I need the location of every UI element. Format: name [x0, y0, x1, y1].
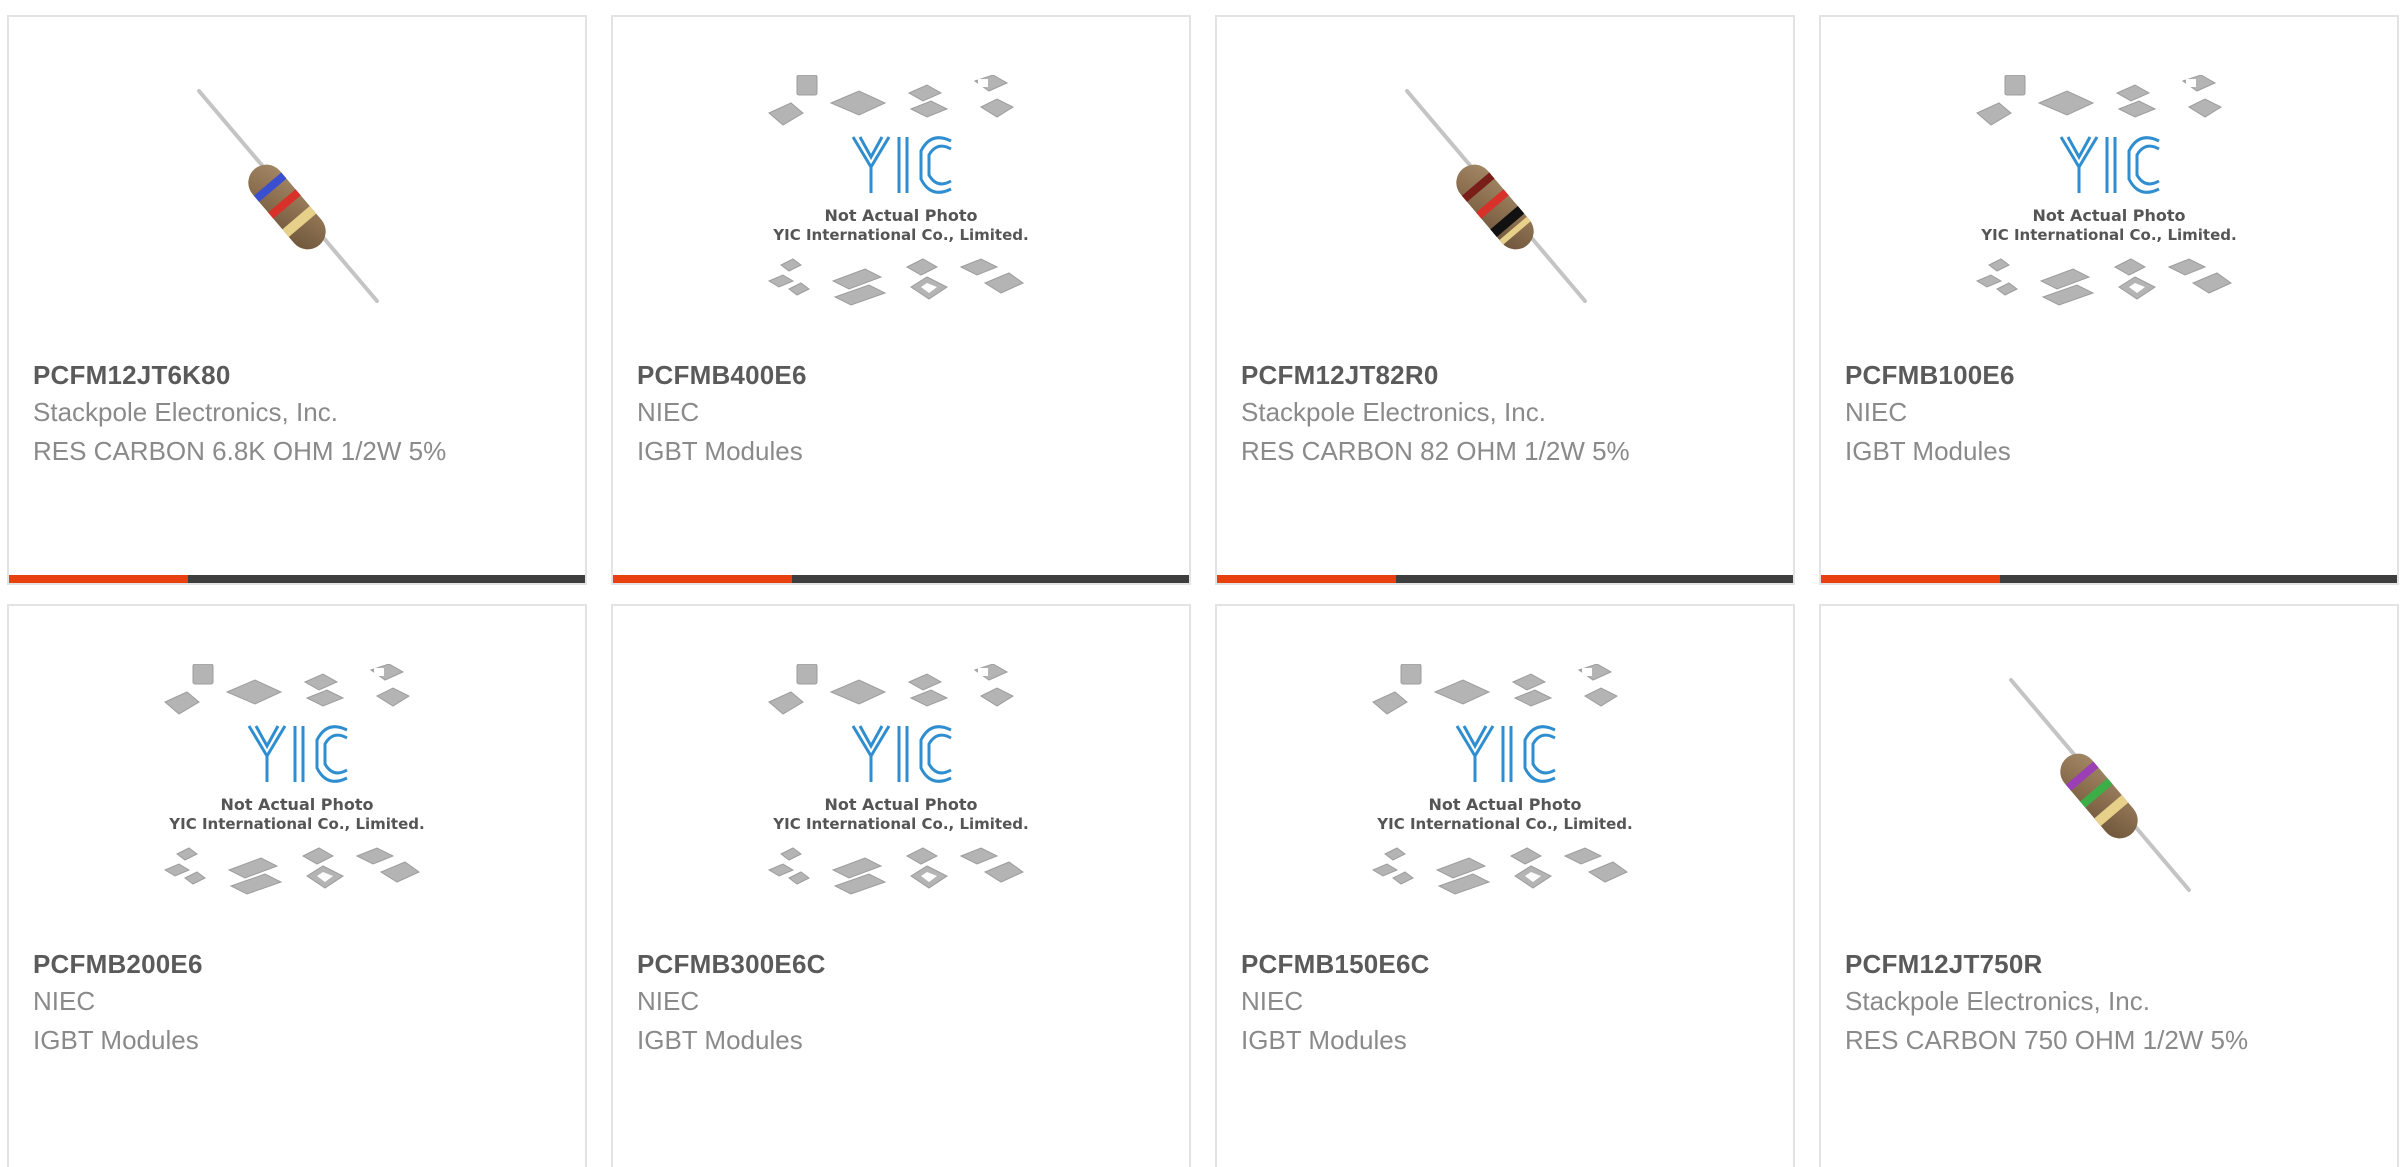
- product-card[interactable]: PCFM12JT750R Stackpole Electronics, Inc.…: [1819, 604, 2399, 1167]
- not-actual-photo-image: Not Actual Photo YIC International Co., …: [163, 664, 425, 895]
- not-actual-photo-image: Not Actual Photo YIC International Co., …: [767, 75, 1029, 306]
- product-card[interactable]: Not Actual Photo YIC International Co., …: [1215, 604, 1795, 1167]
- part-number[interactable]: PCFMB200E6: [33, 949, 203, 980]
- progress-bar: [1217, 575, 1793, 583]
- placeholder-line2: YIC International Co., Limited.: [772, 815, 1028, 833]
- manufacturer: Stackpole Electronics, Inc.: [1845, 986, 2150, 1016]
- manufacturer: Stackpole Electronics, Inc.: [1241, 397, 1546, 427]
- description: IGBT Modules: [1241, 1025, 1407, 1055]
- placeholder-line1: Not Actual Photo: [824, 795, 977, 814]
- product-image: [9, 75, 585, 315]
- product-card[interactable]: Not Actual Photo YIC International Co., …: [611, 15, 1191, 585]
- progress-bar: [613, 575, 1189, 583]
- product-card[interactable]: Not Actual Photo YIC International Co., …: [1819, 15, 2399, 585]
- product-card[interactable]: PCFM12JT6K80 Stackpole Electronics, Inc.…: [7, 15, 587, 585]
- product-grid: PCFM12JT6K80 Stackpole Electronics, Inc.…: [0, 0, 2400, 1167]
- product-image: Not Actual Photo YIC International Co., …: [613, 75, 1189, 315]
- manufacturer: NIEC: [33, 986, 96, 1016]
- progress-bar: [1821, 575, 2397, 583]
- product-card[interactable]: Not Actual Photo YIC International Co., …: [7, 604, 587, 1167]
- product-image: Not Actual Photo YIC International Co., …: [9, 664, 585, 904]
- description: IGBT Modules: [1845, 436, 2011, 466]
- resistor-image: [1405, 89, 1587, 303]
- product-image: Not Actual Photo YIC International Co., …: [613, 664, 1189, 904]
- progress-fill: [1821, 575, 2000, 583]
- product-image: Not Actual Photo YIC International Co., …: [1217, 664, 1793, 904]
- not-actual-photo-image: Not Actual Photo YIC International Co., …: [1975, 75, 2237, 306]
- placeholder-line2: YIC International Co., Limited.: [168, 815, 424, 833]
- description: RES CARBON 750 OHM 1/2W 5%: [1845, 1025, 2249, 1055]
- progress-fill: [1217, 575, 1396, 583]
- description: RES CARBON 6.8K OHM 1/2W 5%: [33, 436, 447, 466]
- progress-bar: [9, 575, 585, 583]
- description: IGBT Modules: [33, 1025, 199, 1055]
- placeholder-line2: YIC International Co., Limited.: [1376, 815, 1632, 833]
- product-card[interactable]: Not Actual Photo YIC International Co., …: [611, 604, 1191, 1167]
- placeholder-line2: YIC International Co., Limited.: [772, 226, 1028, 244]
- product-image: Not Actual Photo YIC International Co., …: [1821, 75, 2397, 315]
- progress-fill: [9, 575, 188, 583]
- part-number[interactable]: PCFM12JT750R: [1845, 949, 2042, 980]
- part-number[interactable]: PCFM12JT82R0: [1241, 360, 1438, 391]
- not-actual-photo-image: Not Actual Photo YIC International Co., …: [767, 664, 1029, 895]
- description: RES CARBON 82 OHM 1/2W 5%: [1241, 436, 1630, 466]
- manufacturer: NIEC: [637, 397, 700, 427]
- product-card[interactable]: PCFM12JT82R0 Stackpole Electronics, Inc.…: [1215, 15, 1795, 585]
- resistor-image: [2009, 678, 2191, 892]
- description: IGBT Modules: [637, 436, 803, 466]
- product-image: [1821, 664, 2397, 904]
- manufacturer: NIEC: [1241, 986, 1304, 1016]
- placeholder-line2: YIC International Co., Limited.: [1980, 226, 2236, 244]
- part-number[interactable]: PCFMB150E6C: [1241, 949, 1430, 980]
- part-number[interactable]: PCFMB300E6C: [637, 949, 826, 980]
- manufacturer: NIEC: [1845, 397, 1908, 427]
- placeholder-line1: Not Actual Photo: [2032, 206, 2185, 225]
- part-number[interactable]: PCFM12JT6K80: [33, 360, 230, 391]
- manufacturer: Stackpole Electronics, Inc.: [33, 397, 338, 427]
- part-number[interactable]: PCFMB100E6: [1845, 360, 2015, 391]
- placeholder-line1: Not Actual Photo: [824, 206, 977, 225]
- product-image: [1217, 75, 1793, 315]
- placeholder-line1: Not Actual Photo: [220, 795, 373, 814]
- resistor-image: [197, 89, 379, 303]
- placeholder-line1: Not Actual Photo: [1428, 795, 1581, 814]
- manufacturer: NIEC: [637, 986, 700, 1016]
- part-number[interactable]: PCFMB400E6: [637, 360, 807, 391]
- not-actual-photo-image: Not Actual Photo YIC International Co., …: [1371, 664, 1633, 895]
- progress-fill: [613, 575, 792, 583]
- description: IGBT Modules: [637, 1025, 803, 1055]
